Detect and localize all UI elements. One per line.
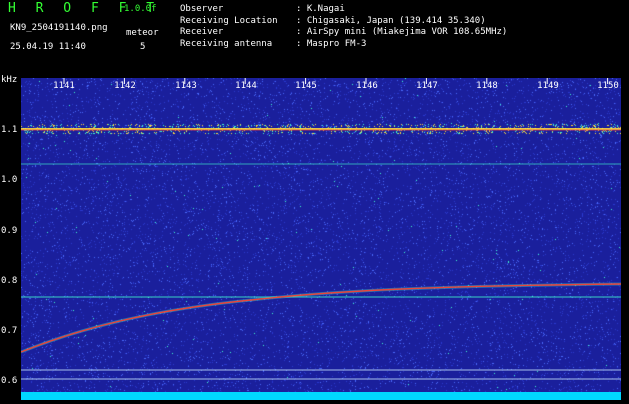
x-tick-1143: 1143 [175,81,197,91]
x-tick-1142: 1142 [114,81,136,91]
info-value-location: : Chigasaki, Japan (139.414 35.340) [296,15,486,26]
info-value-receiver: : AirSpy mini (Miakejima VOR 108.65MHz) [296,27,508,37]
info-value-observer: : K.Nagai [296,4,345,14]
x-tick-1150: 1150 [597,81,619,91]
x-tick-1147: 1147 [416,81,438,91]
y-tick-1.0: 1.0 [1,175,18,185]
y-tick-0.9: 0.9 [1,226,18,236]
y-tick-0.8: 0.8 [1,276,18,286]
info-value-antenna: : Maspro FM-3 [296,38,367,49]
x-tick-1149: 1149 [537,81,559,91]
info-labels: Observer Receiving Location Receiver Rec… [180,4,278,50]
doppler-trace [21,283,621,353]
datetime-label: 25.04.19 11:40 [10,42,86,52]
y-tick-0.6: 0.6 [1,376,18,386]
x-tick-1144: 1144 [235,81,257,91]
meteor-count: 5 [140,42,146,52]
info-label-observer: Observer [180,4,224,14]
x-tick-1145: 1145 [295,81,317,91]
bottom-band [21,392,621,400]
meteor-label: meteor [126,28,159,38]
info-label-antenna: Receiving antenna [180,38,273,49]
y-tick-1.1: 1.1 [1,125,18,135]
x-tick-1146: 1146 [356,81,378,91]
y-unit-label: kHz [1,75,18,85]
x-tick-1141: 1141 [53,81,75,91]
info-values: : K.Nagai : Chigasaki, Japan (139.414 35… [296,4,507,50]
version-label: 1.0.0f [124,4,157,14]
spectrogram-overlay [21,78,621,400]
info-label-location: Receiving Location [180,15,278,26]
x-tick-marks [63,78,609,84]
x-tick-1148: 1148 [476,81,498,91]
spectrogram-plot [21,78,621,400]
filename-label: KN9_2504191140.png [10,23,108,33]
info-label-receiver: Receiver [180,27,224,37]
y-tick-0.7: 0.7 [1,326,18,336]
